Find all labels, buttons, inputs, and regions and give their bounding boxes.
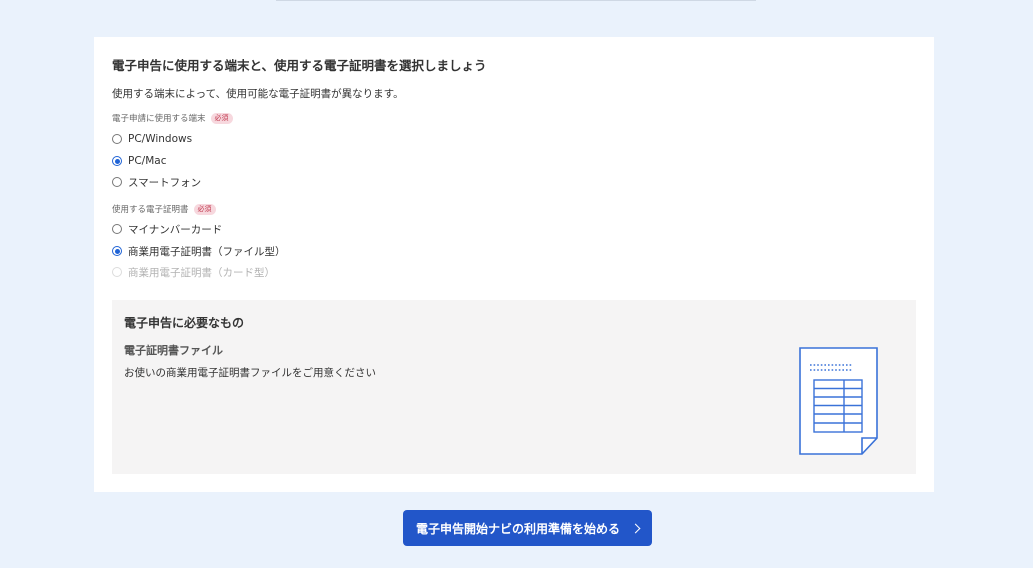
- radio-label: 商業用電子証明書（カード型）: [128, 266, 275, 279]
- requirements-title: 電子申告に必要なもの: [124, 316, 245, 330]
- requirements-panel: 電子申告に必要なもの 電子証明書ファイル お使いの商業用電子証明書ファイルをご用…: [112, 300, 916, 474]
- selection-card: 電子申告に使用する端末と、使用する電子証明書を選択しましょう 使用する端末によっ…: [94, 37, 934, 492]
- device-group-label-text: 電子申請に使用する端末: [112, 114, 206, 124]
- requirement-item-description: お使いの商業用電子証明書ファイルをご用意ください: [124, 367, 376, 379]
- radio-label: 商業用電子証明書（ファイル型）: [128, 245, 286, 258]
- radio-device-smartphone[interactable]: スマートフォン: [112, 174, 201, 190]
- radio-button[interactable]: [112, 156, 122, 166]
- device-group-label: 電子申請に使用する端末 必須: [112, 112, 233, 124]
- radio-button[interactable]: [112, 224, 122, 234]
- radio-cert-card: 商業用電子証明書（カード型）: [112, 264, 275, 280]
- requirement-item-title: 電子証明書ファイル: [124, 344, 223, 357]
- radio-label: PC/Mac: [128, 155, 167, 167]
- cert-group-label-text: 使用する電子証明書: [112, 205, 189, 215]
- radio-cert-file[interactable]: 商業用電子証明書（ファイル型）: [112, 243, 286, 259]
- radio-button: [112, 267, 122, 277]
- radio-device-mac[interactable]: PC/Mac: [112, 153, 166, 169]
- document-table-icon: [799, 347, 878, 455]
- required-badge: 必須: [193, 203, 216, 215]
- start-navi-button[interactable]: 電子申告開始ナビの利用準備を始める: [403, 510, 652, 546]
- chevron-right-icon: [630, 523, 641, 533]
- required-badge: 必須: [210, 112, 233, 124]
- radio-cert-mynumber[interactable]: マイナンバーカード: [112, 221, 222, 237]
- radio-button[interactable]: [112, 246, 122, 256]
- radio-label: マイナンバーカード: [128, 223, 223, 236]
- radio-label: PC/Windows: [128, 133, 193, 145]
- radio-label: スマートフォン: [128, 176, 202, 189]
- top-divider: [276, 0, 756, 1]
- card-description: 使用する端末によって、使用可能な電子証明書が異なります。: [112, 88, 404, 100]
- start-navi-button-label: 電子申告開始ナビの利用準備を始める: [415, 521, 620, 536]
- cert-group-label: 使用する電子証明書 必須: [112, 203, 216, 215]
- radio-device-windows[interactable]: PC/Windows: [112, 131, 192, 147]
- radio-button[interactable]: [112, 134, 122, 144]
- card-title: 電子申告に使用する端末と、使用する電子証明書を選択しましょう: [112, 58, 487, 73]
- radio-button[interactable]: [112, 177, 122, 187]
